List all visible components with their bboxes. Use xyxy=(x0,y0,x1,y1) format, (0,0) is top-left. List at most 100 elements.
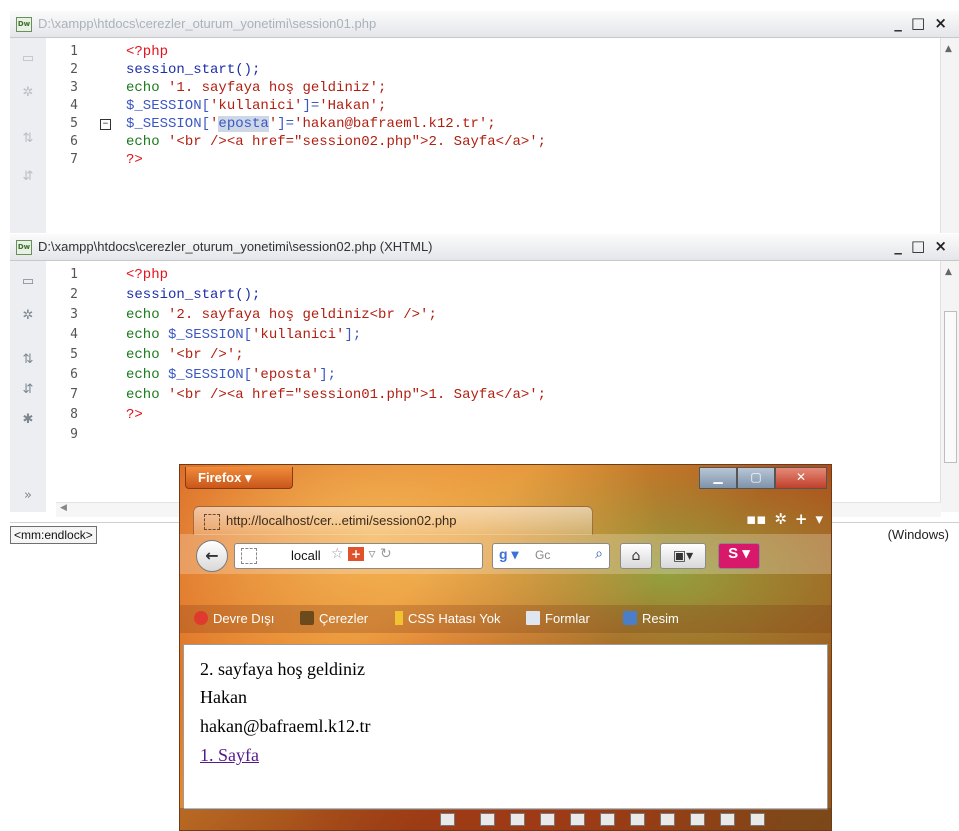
scrollbar-thumb[interactable] xyxy=(944,311,957,463)
editor-window-session01: Dw D:\xampp\htdocs\cerezler_oturum_yonet… xyxy=(10,11,959,233)
open-documents-icon[interactable]: ▭ xyxy=(19,50,37,68)
bookmarks-button[interactable]: ▣▾ xyxy=(660,543,706,569)
tab-list-icon[interactable]: ▾ xyxy=(815,510,823,528)
code-line-2: session_start(); xyxy=(126,287,261,303)
gear-icon[interactable]: ✲ xyxy=(19,307,37,325)
firefox-menu-button[interactable]: Firefox ▾ xyxy=(185,467,293,489)
addon-icon[interactable] xyxy=(690,813,705,826)
line-number: 2 xyxy=(70,62,78,77)
maximize-button[interactable]: ▢ xyxy=(737,467,775,489)
scroll-up-icon[interactable]: ▲ xyxy=(945,267,952,277)
page-favicon-icon xyxy=(204,514,220,530)
line-number: 6 xyxy=(70,367,78,382)
code-line-6: echo $_SESSION['eposta']; xyxy=(126,367,337,383)
line-number: 3 xyxy=(70,307,78,322)
collapse-full-tag-icon[interactable]: ⇅ xyxy=(19,351,37,369)
bookmark-item[interactable]: Formlar xyxy=(526,611,590,626)
forms-icon xyxy=(526,611,540,625)
code-line-1: <?php xyxy=(126,44,169,60)
bookmarks-toolbar: Devre Dışı Çerezler CSS Hatası Yok Forml… xyxy=(180,605,831,633)
line-number: 5 xyxy=(70,116,78,131)
gear-icon[interactable]: ✲ xyxy=(19,84,37,102)
collapse-full-tag-icon[interactable]: ⇅ xyxy=(19,130,37,148)
code-editor[interactable]: <?php session_start(); echo '1. sayfaya … xyxy=(126,38,939,233)
line-number: 3 xyxy=(70,80,78,95)
search-placeholder: Gc xyxy=(535,548,551,562)
addon-icon[interactable] xyxy=(750,813,765,826)
line-number-gutter: 1 2 3 4 5 − 6 7 xyxy=(46,38,122,233)
line-number: 1 xyxy=(70,44,78,59)
home-button[interactable]: ⌂ xyxy=(620,543,652,569)
collapse-selection-icon[interactable]: ⇵ xyxy=(19,168,37,186)
url-text: locall xyxy=(291,548,321,563)
window-titlebar[interactable]: Dw D:\xampp\htdocs\cerezler_oturum_yonet… xyxy=(10,11,959,38)
double-chevron-down-icon[interactable]: » xyxy=(19,487,37,505)
code-line-2: session_start(); xyxy=(126,62,261,78)
bookmark-item[interactable]: Resim xyxy=(623,611,679,626)
code-line-5: $_SESSION['eposta']='hakan@bafraeml.k12.… xyxy=(126,116,496,132)
line-number: 2 xyxy=(70,287,78,302)
scroll-up-icon[interactable]: ▲ xyxy=(945,44,952,54)
dots-icon[interactable]: ▪▪ xyxy=(746,510,766,528)
bookmark-item[interactable]: CSS Hatası Yok xyxy=(395,611,501,626)
firefox-window: Firefox ▾ ▁ ▢ ✕ http://localhost/cer...e… xyxy=(179,464,832,831)
back-button[interactable]: ← xyxy=(196,540,228,572)
page-text-line: hakan@bafraeml.k12.tr xyxy=(200,716,371,736)
line-number: 9 xyxy=(70,427,78,442)
addon-icon[interactable] xyxy=(440,813,455,826)
addon-icon[interactable] xyxy=(600,813,615,826)
encoding-label: (Windows) xyxy=(887,527,949,542)
google-icon[interactable]: g ▾ xyxy=(499,546,518,563)
addon-icon[interactable] xyxy=(660,813,675,826)
new-tab-icon[interactable]: + xyxy=(795,510,808,528)
window-controls[interactable]: _ □ × xyxy=(894,237,949,255)
addon-icon[interactable] xyxy=(540,813,555,826)
line-number: 7 xyxy=(70,152,78,167)
dreamweaver-icon: Dw xyxy=(16,240,32,255)
code-line-4: echo $_SESSION['kullanici']; xyxy=(126,327,362,343)
addon-s-button[interactable]: S ▾ xyxy=(718,543,760,569)
addon-icon: + xyxy=(348,547,365,561)
search-icon[interactable]: ⌕ xyxy=(595,546,603,562)
window-titlebar[interactable]: Dw D:\xampp\htdocs\cerezler_oturum_yonet… xyxy=(10,234,959,261)
site-identity-icon xyxy=(241,548,257,564)
line-number: 6 xyxy=(70,134,78,149)
addon-icon[interactable] xyxy=(510,813,525,826)
navigation-toolbar: ← locall ☆ + ▿ ↻ g ▾ Gc ⌕ ⌂ ▣▾ S ▾ xyxy=(180,534,831,574)
bookmark-item[interactable]: Çerezler xyxy=(300,611,368,626)
tabbar-tools: ▪▪ ✲ + ▾ xyxy=(746,510,823,528)
code-line-3: echo '1. sayfaya hoş geldiniz'; xyxy=(126,80,387,96)
minimize-button[interactable]: ▁ xyxy=(699,467,737,489)
gear-icon[interactable]: ✲ xyxy=(774,510,787,528)
expand-all-icon[interactable]: ✱ xyxy=(19,411,37,429)
code-line-7: ?> xyxy=(126,152,143,168)
addon-icon[interactable] xyxy=(480,813,495,826)
line-number: 4 xyxy=(70,327,78,342)
page-text-line: Hakan xyxy=(200,687,247,707)
url-bar-icons: ☆ + ▿ ↻ xyxy=(331,546,392,562)
collapse-selection-icon[interactable]: ⇵ xyxy=(19,381,37,399)
addon-icon[interactable] xyxy=(720,813,735,826)
window-title: D:\xampp\htdocs\cerezler_oturum_yonetimi… xyxy=(38,16,377,31)
search-box[interactable]: g ▾ Gc ⌕ xyxy=(492,543,610,569)
code-line-6: echo '<br /><a href="session02.php">2. S… xyxy=(126,134,547,150)
line-number-gutter: 1 2 3 4 5 6 7 8 9 xyxy=(46,261,122,512)
addon-icon[interactable] xyxy=(630,813,645,826)
bookmark-item[interactable]: Devre Dışı xyxy=(194,611,274,626)
code-line-4: $_SESSION['kullanici']='Hakan'; xyxy=(126,98,387,114)
vertical-scrollbar[interactable]: ▲ xyxy=(940,261,959,512)
close-button[interactable]: ✕ xyxy=(775,467,827,489)
tag-selector[interactable]: <mm:endlock> xyxy=(10,526,97,544)
vertical-scrollbar[interactable]: ▲ xyxy=(940,38,959,233)
page-link[interactable]: 1. Sayfa xyxy=(200,745,259,766)
scroll-left-icon[interactable]: ◀ xyxy=(60,503,67,513)
url-bar[interactable]: locall ☆ + ▿ ↻ xyxy=(234,543,483,569)
fold-toggle-icon[interactable]: − xyxy=(100,119,111,130)
browser-tab[interactable]: http://localhost/cer...etimi/session02.p… xyxy=(193,506,593,535)
tab-title: http://localhost/cer...etimi/session02.p… xyxy=(226,513,457,528)
code-line-5: echo '<br />'; xyxy=(126,347,244,363)
addon-icon[interactable] xyxy=(570,813,585,826)
window-title: D:\xampp\htdocs\cerezler_oturum_yonetimi… xyxy=(38,239,433,254)
open-documents-icon[interactable]: ▭ xyxy=(19,273,37,291)
window-controls[interactable]: _ □ × xyxy=(894,14,949,32)
